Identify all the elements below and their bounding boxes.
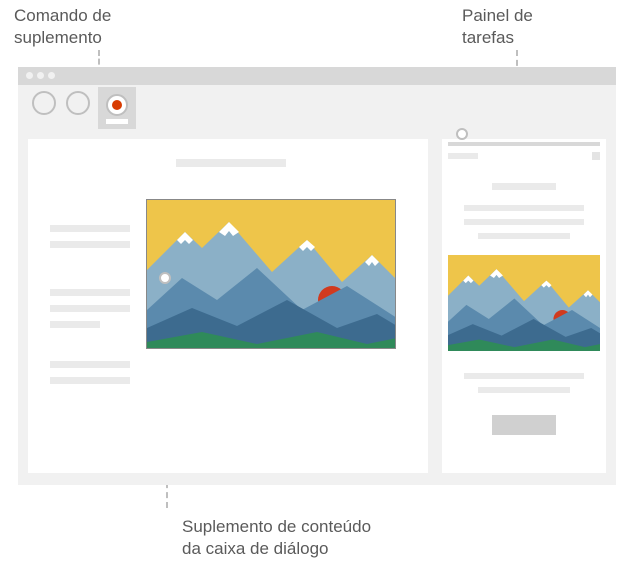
label-addin-command: Comando de suplemento: [14, 5, 111, 49]
window-dot: [48, 72, 55, 79]
app-window: [18, 67, 616, 485]
placeholder-text: [464, 205, 584, 211]
landscape-illustration: [147, 200, 396, 349]
placeholder-text: [464, 373, 584, 379]
addin-command-indicator: [112, 100, 122, 110]
placeholder-text: [50, 241, 130, 248]
ribbon: [18, 85, 616, 131]
window-controls: [18, 67, 616, 84]
task-pane: [442, 139, 606, 473]
content-addin[interactable]: [146, 199, 396, 349]
window-dot: [26, 72, 33, 79]
landscape-illustration-small: [448, 255, 600, 351]
task-pane-image: [448, 255, 600, 351]
placeholder-text: [50, 305, 130, 312]
label-content-addin: Suplemento de conteúdo da caixa de diálo…: [182, 516, 371, 560]
placeholder-text: [50, 225, 130, 232]
task-pane-button[interactable]: [492, 415, 556, 435]
ribbon-button[interactable]: [32, 91, 56, 115]
placeholder-text: [50, 289, 130, 296]
placeholder-text: [50, 361, 130, 368]
connector-dot: [159, 272, 171, 284]
document-area: [28, 139, 428, 473]
task-pane-title-placeholder: [448, 153, 478, 159]
placeholder-text: [478, 233, 570, 239]
placeholder-text: [50, 321, 100, 328]
addin-command-icon: [106, 94, 128, 116]
ribbon-button[interactable]: [66, 91, 90, 115]
label-task-pane: Painel de tarefas: [462, 5, 533, 49]
task-pane-close-icon[interactable]: [592, 152, 600, 160]
addin-command-label-placeholder: [106, 119, 128, 124]
addin-command-button[interactable]: [98, 87, 136, 129]
title-bar: [18, 67, 616, 85]
placeholder-title: [176, 159, 286, 167]
task-pane-handle[interactable]: [448, 142, 600, 146]
connector-dot: [456, 128, 468, 140]
placeholder-text: [478, 387, 570, 393]
placeholder-heading: [492, 183, 556, 190]
placeholder-text: [50, 377, 130, 384]
placeholder-text: [464, 219, 584, 225]
window-dot: [37, 72, 44, 79]
